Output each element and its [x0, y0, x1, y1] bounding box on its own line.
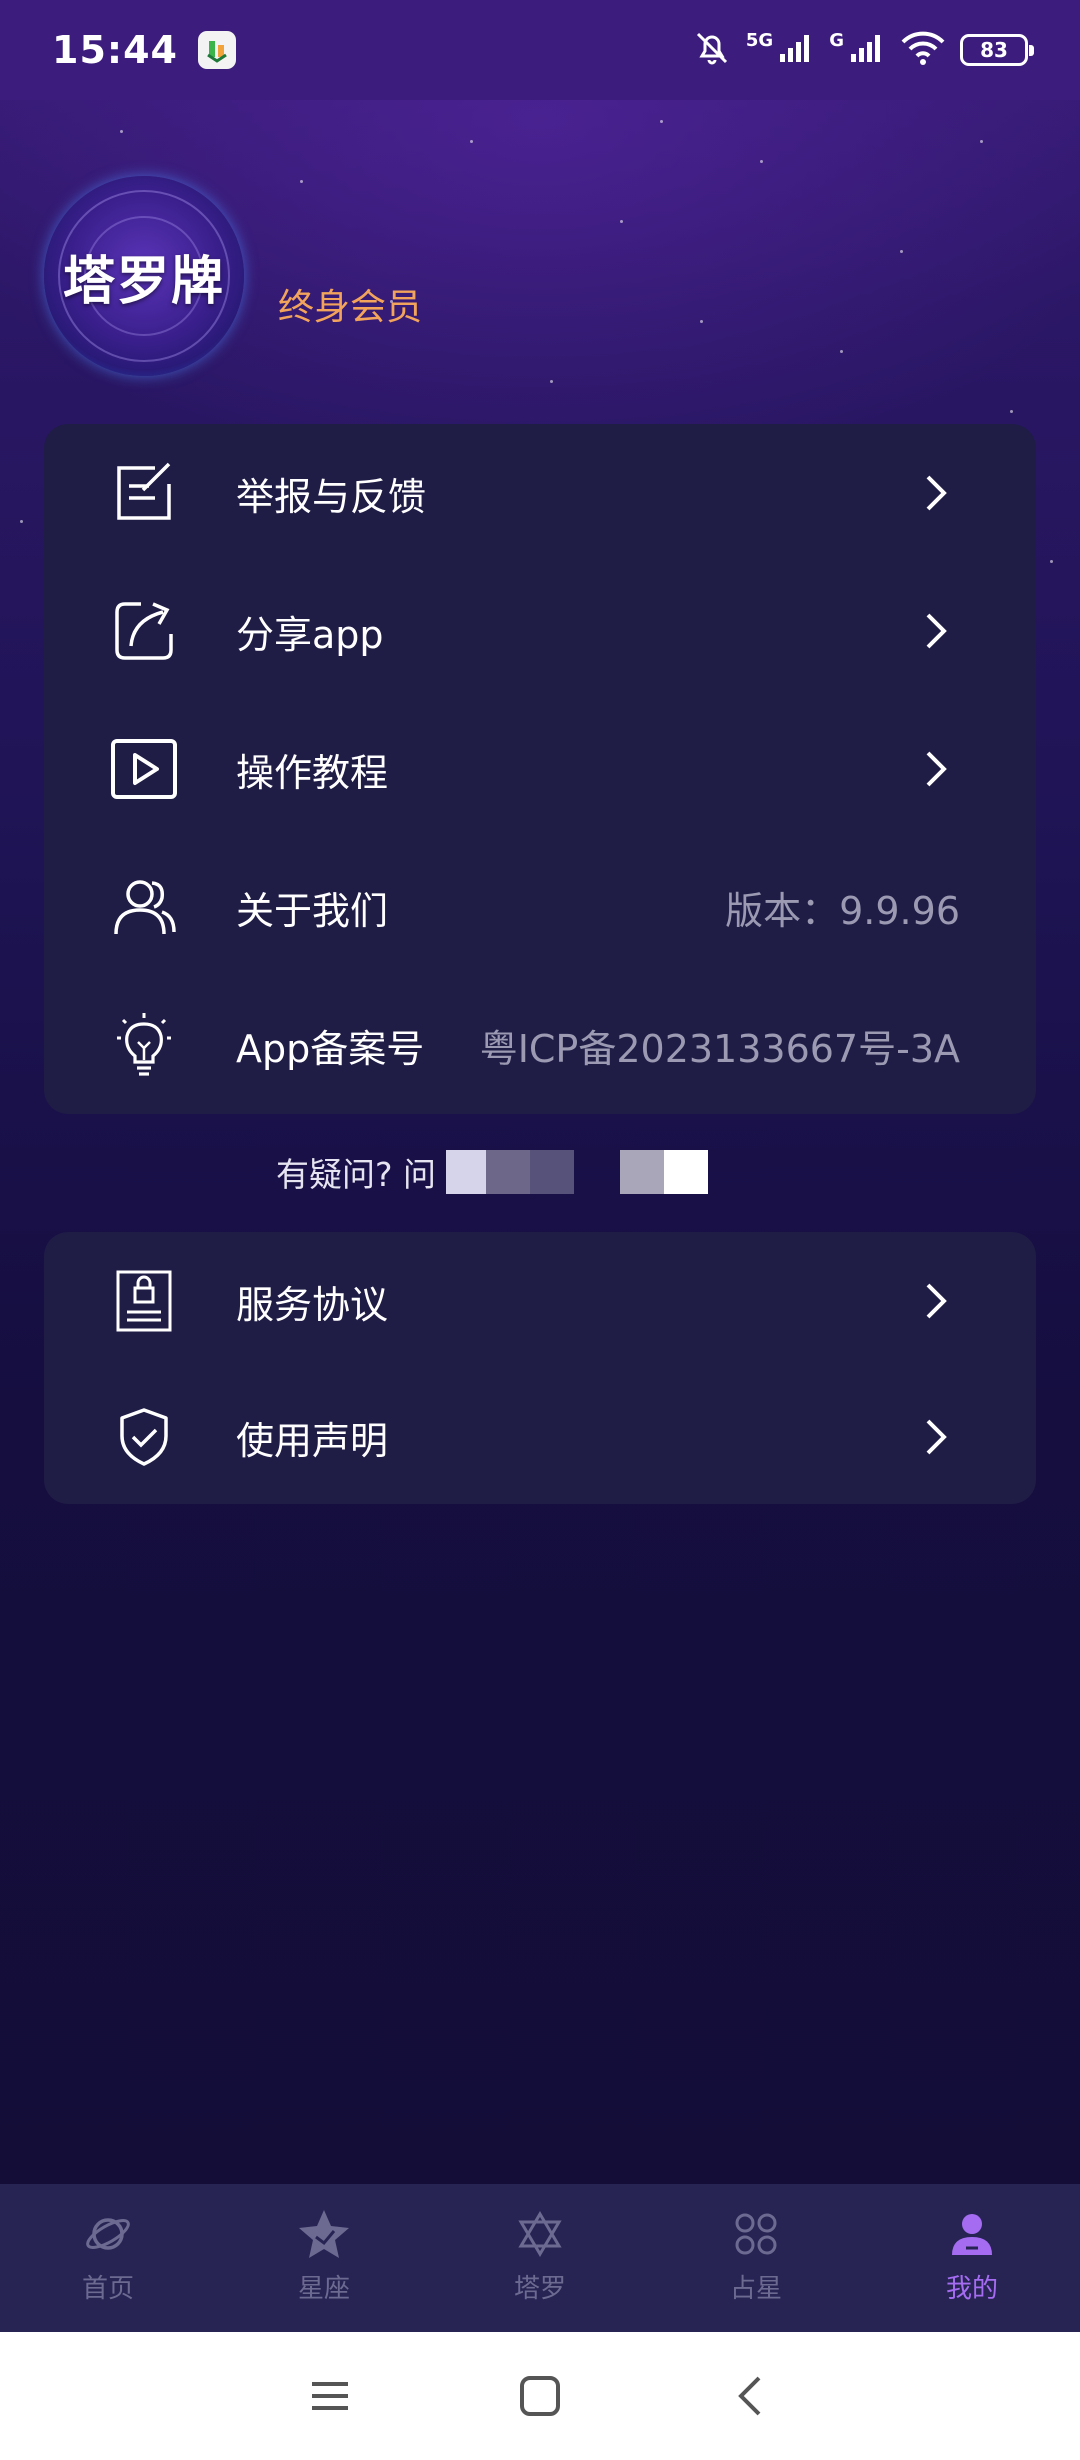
play-video-icon: [106, 731, 182, 807]
main-menu-card: 举报与反馈 分享app 操作教程 关于我们 版本：9.9.96 App备案号 粤…: [44, 424, 1036, 1114]
nav-label: 星座: [297, 2274, 350, 2304]
menu-item-share[interactable]: 分享app: [44, 562, 1036, 700]
menu-item-label: 服务协议: [236, 1282, 389, 1327]
menu-item-label: 举报与反馈: [236, 474, 427, 519]
back-icon[interactable]: [720, 2366, 780, 2426]
redacted-block: [486, 1150, 530, 1194]
clover-icon: [728, 2206, 784, 2262]
chevron-right-icon: [916, 1281, 956, 1321]
feedback-icon: [106, 455, 182, 531]
home-icon[interactable]: [510, 2366, 570, 2426]
share-icon: [106, 593, 182, 669]
version-value: 版本：9.9.96: [725, 888, 960, 933]
secondary-menu-card: 服务协议 使用声明: [44, 1232, 1036, 1504]
nav-tarot[interactable]: 塔罗: [432, 2184, 648, 2332]
star-icon: [296, 2206, 352, 2262]
person-icon: [944, 2206, 1000, 2262]
hexagram-icon: [512, 2206, 568, 2262]
nav-label: 塔罗: [513, 2274, 566, 2304]
system-navigation-bar: [0, 2332, 1080, 2460]
nav-constellation[interactable]: 星座: [216, 2184, 432, 2332]
nav-mine[interactable]: 我的: [864, 2184, 1080, 2332]
mute-bell-icon: [692, 28, 732, 72]
menu-item-tutorial[interactable]: 操作教程: [44, 700, 1036, 838]
menu-icon[interactable]: [300, 2366, 360, 2426]
app-notification-icon: [197, 31, 236, 69]
network-type-2: G: [829, 29, 844, 51]
chevron-right-icon: [916, 749, 956, 789]
question-text: 有疑问? 问: [276, 1155, 437, 1194]
nav-astrology[interactable]: 占星: [648, 2184, 864, 2332]
nav-label: 首页: [81, 2274, 134, 2304]
membership-label: 终身会员: [278, 287, 423, 328]
redacted-block: [446, 1150, 486, 1194]
menu-item-feedback[interactable]: 举报与反馈: [44, 424, 1036, 562]
redacted-block: [620, 1150, 664, 1194]
menu-item-service-agreement[interactable]: 服务协议: [44, 1232, 1036, 1370]
avatar[interactable]: 塔罗牌: [44, 176, 244, 376]
wifi-icon: [900, 30, 946, 70]
signal-icon: [779, 32, 815, 68]
menu-item-label: 使用声明: [236, 1418, 389, 1463]
redacted-block: [530, 1150, 574, 1194]
users-icon: [106, 869, 182, 945]
menu-item-label: 关于我们: [236, 888, 389, 933]
nav-label: 占星: [729, 2274, 782, 2304]
battery-indicator: 83: [960, 34, 1034, 66]
chevron-right-icon: [916, 1417, 956, 1457]
menu-item-icp[interactable]: App备案号 粤ICP备2023133667号-3A: [44, 976, 1036, 1114]
document-lock-icon: [106, 1263, 182, 1339]
lightbulb-icon: [106, 1007, 182, 1083]
menu-item-usage-statement[interactable]: 使用声明: [44, 1368, 1036, 1506]
chevron-right-icon: [916, 473, 956, 513]
bottom-navigation: 首页 星座 塔罗 占星 我的: [0, 2184, 1080, 2332]
redacted-block: [664, 1150, 708, 1194]
nav-home[interactable]: 首页: [0, 2184, 216, 2332]
icp-value: 粤ICP备2023133667号-3A: [479, 1026, 960, 1071]
shield-check-icon: [106, 1399, 182, 1475]
signal-icon-2: [850, 32, 886, 68]
planet-icon: [80, 2206, 136, 2262]
menu-item-label: App备案号: [236, 1026, 425, 1071]
network-type-1: 5G: [745, 29, 774, 51]
menu-item-about[interactable]: 关于我们 版本：9.9.96: [44, 838, 1036, 976]
nav-label: 我的: [945, 2274, 998, 2304]
chevron-right-icon: [916, 611, 956, 651]
menu-item-label: 操作教程: [236, 750, 389, 795]
avatar-text: 塔罗牌: [62, 251, 225, 312]
status-bar: 15:44 5G G 83: [0, 0, 1080, 100]
status-time: 15:44: [52, 28, 178, 72]
menu-item-label: 分享app: [236, 612, 384, 657]
